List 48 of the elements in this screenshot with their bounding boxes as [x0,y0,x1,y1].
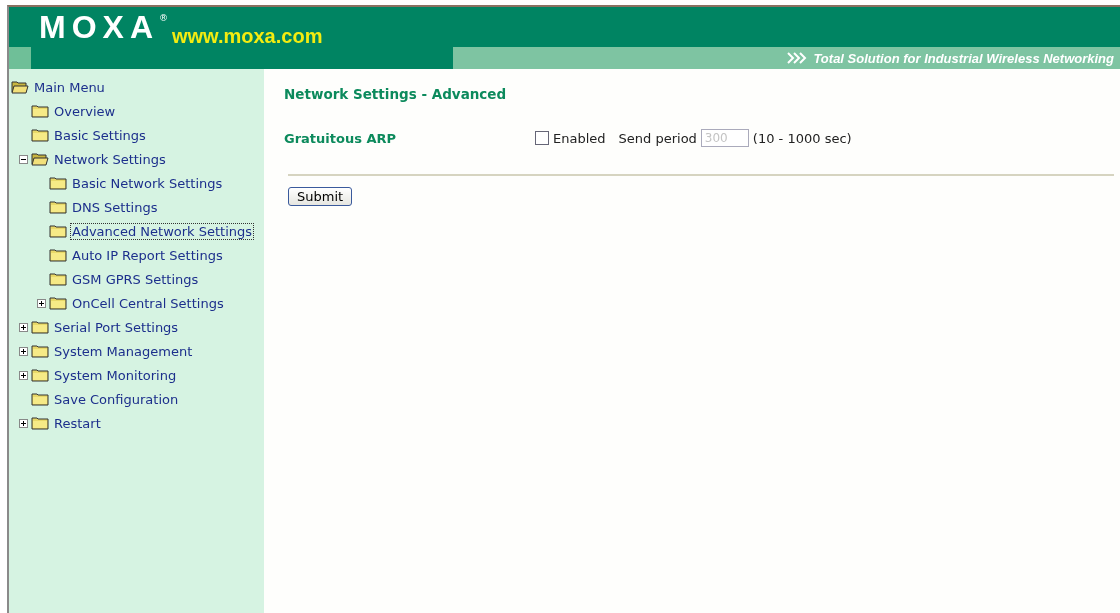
checkbox-label: Enabled [553,130,606,146]
tree-toggle-icon[interactable] [19,346,28,356]
tree-toggle-icon[interactable] [19,322,28,332]
tree-toggle-icon[interactable] [19,154,28,164]
folder-icon [49,224,67,238]
setting-label: Gratuitous ARP [284,130,398,146]
folder-icon [49,248,67,262]
folder-icon [49,200,67,214]
menu-item[interactable]: System Management [52,342,195,360]
folder-icon [31,128,49,142]
menu-item[interactable]: Overview [52,102,118,120]
menu-item[interactable]: OnCell Central Settings [70,294,226,312]
menu-item[interactable]: Serial Port Settings [52,318,181,336]
menu-item[interactable]: Auto IP Report Settings [70,246,225,264]
submit-button[interactable]: Submit [288,187,353,206]
website-link[interactable]: www.moxa.com [172,25,323,47]
folder-icon [31,320,49,334]
folder-icon [49,176,67,190]
menu-item[interactable]: System Monitoring [52,366,179,384]
logo-text: MOXA [39,11,159,43]
page-title: Network Settings - Advanced [284,86,508,102]
registered-mark: ® [159,13,168,23]
open-folder-icon [31,152,49,166]
menu-item[interactable]: GSM GPRS Settings [70,270,201,288]
tree-toggle-icon[interactable] [37,298,46,308]
tree-toggle-icon[interactable] [19,418,28,428]
menu-item[interactable]: Main Menu [32,78,107,96]
send-period-label: Send period [618,130,697,146]
tree-toggle-icon[interactable] [19,370,28,380]
folder-icon [31,344,49,358]
folder-icon [31,368,49,382]
folder-icon [49,296,67,310]
menu-item[interactable]: Save Configuration [52,390,181,408]
menu-item[interactable]: DNS Settings [70,198,160,216]
folder-icon [31,104,49,118]
open-folder-icon [11,80,29,94]
folder-icon [49,272,67,286]
menu-item[interactable]: Restart [52,414,103,432]
checkbox[interactable] [535,131,549,145]
folder-icon [31,416,49,430]
folder-icon [31,392,49,406]
menu-item[interactable]: Basic Network Settings [70,174,225,192]
double-chevron-icon [787,52,808,64]
tagline: Total Solution for Industrial Wireless Networking [813,50,1114,66]
menu-item[interactable]: Basic Settings [52,126,148,144]
range-hint: (10 - 1000 sec) [752,130,852,146]
menu-item[interactable]: Advanced Network Settings [70,222,255,240]
menu-item[interactable]: Network Settings [52,150,168,168]
